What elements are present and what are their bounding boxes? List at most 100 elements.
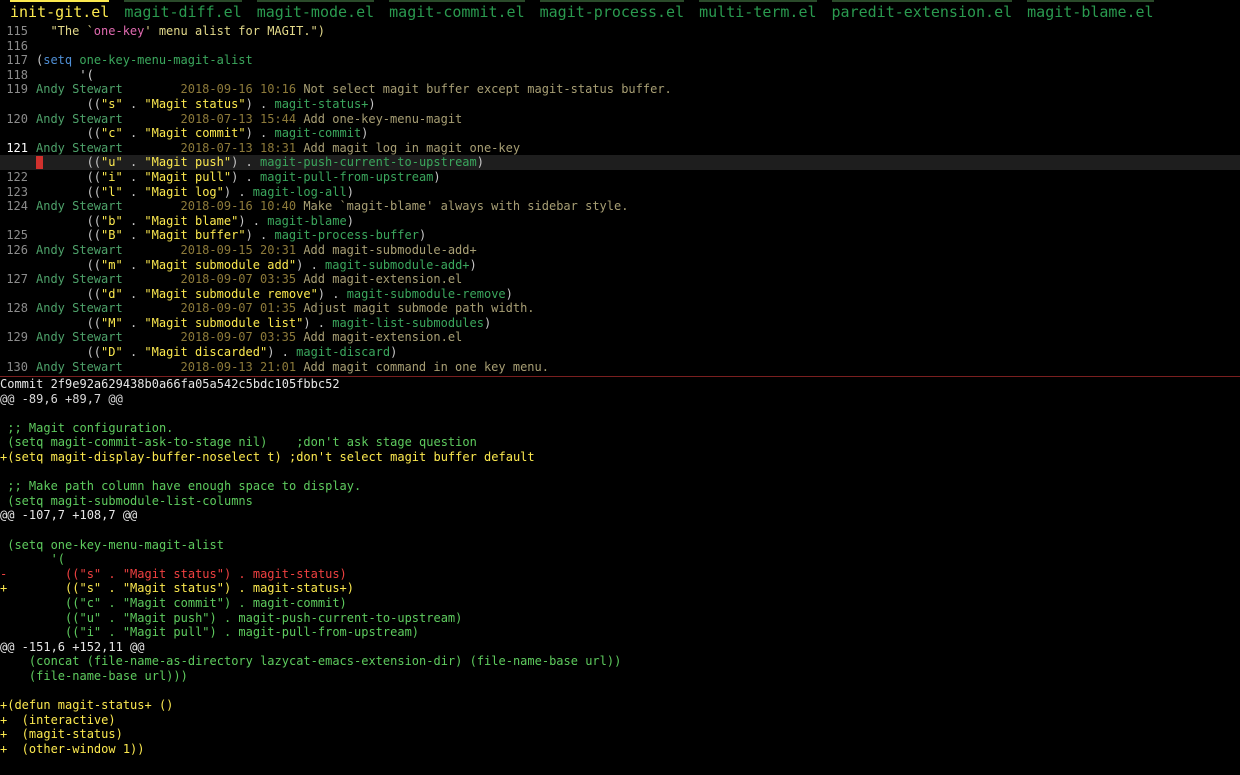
line-number: 116 (6, 38, 28, 53)
menu-key: "i" (101, 169, 123, 184)
diff-line[interactable]: + (other-window 1)) (0, 742, 1240, 757)
diff-line[interactable]: (("u" . "Magit push") . magit-push-curre… (0, 611, 1240, 626)
diff-line[interactable]: '( (0, 552, 1240, 567)
buffer-tab[interactable]: magit-diff.el (124, 0, 242, 22)
line-number: 130 (6, 359, 28, 374)
diff-line[interactable]: +(setq magit-display-buffer-noselect t) … (0, 450, 1240, 465)
code-line[interactable]: 117 (setq one-key-menu-magit-alist (0, 53, 1240, 68)
code-line[interactable]: 123 (("l" . "Magit log") . magit-log-all… (0, 185, 1240, 200)
code-line[interactable]: 124 Andy Stewart 2018-09-16 10:40 Make `m… (0, 199, 1240, 214)
line-number: 118 (6, 67, 28, 82)
code-line[interactable]: 115 "The `one-key' menu alist for MAGIT.… (0, 24, 1240, 39)
diff-line[interactable]: @@ -151,6 +152,11 @@ (0, 640, 1240, 655)
line-number: 122 (6, 169, 28, 184)
code-line[interactable]: (("c" . "Magit commit") . magit-commit) (0, 126, 1240, 141)
buffer-tab[interactable]: magit-commit.el (389, 0, 525, 22)
diff-line[interactable]: @@ -89,6 +89,7 @@ (0, 392, 1240, 407)
code-line[interactable]: (("b" . "Magit blame") . magit-blame) (0, 214, 1240, 229)
blame-date: 2018-09-16 10:40 (180, 199, 297, 214)
blame-message: Adjust magit submode path width. (303, 301, 535, 316)
code-line[interactable]: (("m" . "Magit submodule add") . magit-s… (0, 258, 1240, 273)
diff-line[interactable]: (setq magit-submodule-list-columns (0, 494, 1240, 509)
menu-key: "M" (101, 315, 123, 330)
code-line[interactable]: 121 Andy Stewart 2018-07-13 18:31 Add mag… (0, 141, 1240, 156)
menu-command: magit-blame (267, 213, 347, 228)
code-line[interactable]: (("s" . "Magit status") . magit-status+) (0, 97, 1240, 112)
code-line[interactable]: 118 '( (0, 68, 1240, 83)
code-line[interactable]: 119 Andy Stewart 2018-09-16 10:16 Not sel… (0, 82, 1240, 97)
code-line[interactable]: 120 Andy Stewart 2018-07-13 15:44 Add one… (0, 112, 1240, 127)
docstring: ' menu alist for MAGIT.") (144, 24, 325, 38)
menu-key: "l" (101, 184, 123, 199)
code-line[interactable]: 122 (("i" . "Magit pull") . magit-pull-f… (0, 170, 1240, 185)
diff-line[interactable]: @@ -107,7 +108,7 @@ (0, 508, 1240, 523)
blame-message: Add magit command in one key menu. (303, 359, 549, 374)
diff-line[interactable]: + (("s" . "Magit status") . magit-status… (0, 581, 1240, 596)
code-line[interactable]: 125 (("B" . "Magit buffer") . magit-proc… (0, 228, 1240, 243)
menu-command: magit-submodule-add+ (325, 257, 470, 272)
code-line[interactable]: 130 Andy Stewart 2018-09-13 21:01 Add mag… (0, 360, 1240, 375)
blame-author: Andy Stewart (36, 199, 123, 214)
buffer-tab[interactable]: magit-process.el (539, 0, 685, 22)
diff-line[interactable]: + (magit-status) (0, 727, 1240, 742)
menu-command: magit-status+ (274, 96, 369, 111)
menu-command: magit-discard (296, 345, 391, 360)
diff-line[interactable]: (("i" . "Magit pull") . magit-pull-from-… (0, 625, 1240, 640)
blame-author: Andy Stewart (36, 242, 123, 257)
diff-line[interactable] (0, 523, 1240, 538)
code-line[interactable]: 129 Andy Stewart 2018-09-07 03:35 Add mag… (0, 330, 1240, 345)
menu-label: "Magit submodule remove" (144, 286, 318, 301)
diff-line[interactable]: - (("s" . "Magit status") . magit-status… (0, 567, 1240, 582)
line-number: 127 (6, 272, 28, 287)
blame-date: 2018-09-13 21:01 (180, 359, 297, 374)
line-number: 129 (6, 330, 28, 345)
code-line[interactable]: (("D" . "Magit discarded") . magit-disca… (0, 345, 1240, 360)
menu-key: "u" (101, 155, 123, 170)
diff-line[interactable]: Commit 2f9e92a629438b0a66fa05a542c5bdc10… (0, 377, 1240, 392)
menu-command: magit-commit (274, 126, 362, 141)
buffer-tab[interactable]: init-git.el (10, 0, 110, 22)
menu-command: magit-list-submodules (332, 315, 484, 330)
code-line[interactable]: 127 Andy Stewart 2018-09-07 03:35 Add mag… (0, 272, 1240, 287)
menu-label: "Magit submodule add" (144, 257, 297, 272)
blame-author: Andy Stewart (36, 359, 123, 374)
diff-pane[interactable]: Commit 2f9e92a629438b0a66fa05a542c5bdc10… (0, 377, 1240, 775)
code-line[interactable]: 126 Andy Stewart 2018-09-15 20:31 Add mag… (0, 243, 1240, 258)
diff-line[interactable]: (setq magit-commit-ask-to-stage nil) ;do… (0, 435, 1240, 450)
diff-line[interactable]: (setq one-key-menu-magit-alist (0, 538, 1240, 553)
diff-line[interactable] (0, 465, 1240, 480)
buffer-tab[interactable]: multi-term.el (699, 0, 817, 22)
code-line[interactable]: 128 Andy Stewart 2018-09-07 01:35 Adjust … (0, 301, 1240, 316)
menu-key: "B" (101, 228, 123, 243)
line-number: 121 (6, 140, 28, 155)
diff-line[interactable]: (("c" . "Magit commit") . magit-commit) (0, 596, 1240, 611)
diff-line[interactable]: (file-name-base url))) (0, 669, 1240, 684)
buffer-tab[interactable]: paredit-extension.el (831, 0, 1013, 22)
diff-line[interactable]: + (interactive) (0, 713, 1240, 728)
blame-message: Add magit-extension.el (303, 272, 463, 287)
blame-pane[interactable]: 115 "The `one-key' menu alist for MAGIT.… (0, 24, 1240, 376)
code-line[interactable]: (("M" . "Magit submodule list") . magit-… (0, 316, 1240, 331)
diff-line[interactable]: +(defun magit-status+ () (0, 698, 1240, 713)
diff-line[interactable]: (concat (file-name-as-directory lazycat-… (0, 654, 1240, 669)
diff-line[interactable] (0, 406, 1240, 421)
menu-command: magit-log-all (252, 184, 347, 199)
menu-label: "Magit pull" (144, 169, 232, 184)
menu-key: "d" (101, 286, 123, 301)
keyword-setq: setq (43, 53, 73, 68)
blame-author: Andy Stewart (36, 82, 123, 97)
variable-name: one-key-menu-magit-alist (72, 53, 253, 68)
buffer-tab[interactable]: magit-blame.el (1027, 0, 1154, 22)
buffer-tab-bar: init-git.el magit-diff.el magit-mode.el mag… (0, 0, 1240, 24)
line-number: 115 (6, 24, 28, 38)
diff-line[interactable]: ;; Make path column have enough space to… (0, 479, 1240, 494)
text-cursor (36, 156, 43, 169)
code-line[interactable]: (("u" . "Magit push") . magit-push-curre… (0, 155, 1240, 170)
diff-line[interactable]: ;; Magit configuration. (0, 421, 1240, 436)
line-number: 128 (6, 301, 28, 316)
menu-command: magit-process-buffer (274, 228, 419, 243)
diff-line[interactable] (0, 683, 1240, 698)
code-line[interactable]: (("d" . "Magit submodule remove") . magi… (0, 287, 1240, 302)
buffer-tab[interactable]: magit-mode.el (256, 0, 375, 22)
code-line[interactable]: 116 (0, 39, 1240, 54)
